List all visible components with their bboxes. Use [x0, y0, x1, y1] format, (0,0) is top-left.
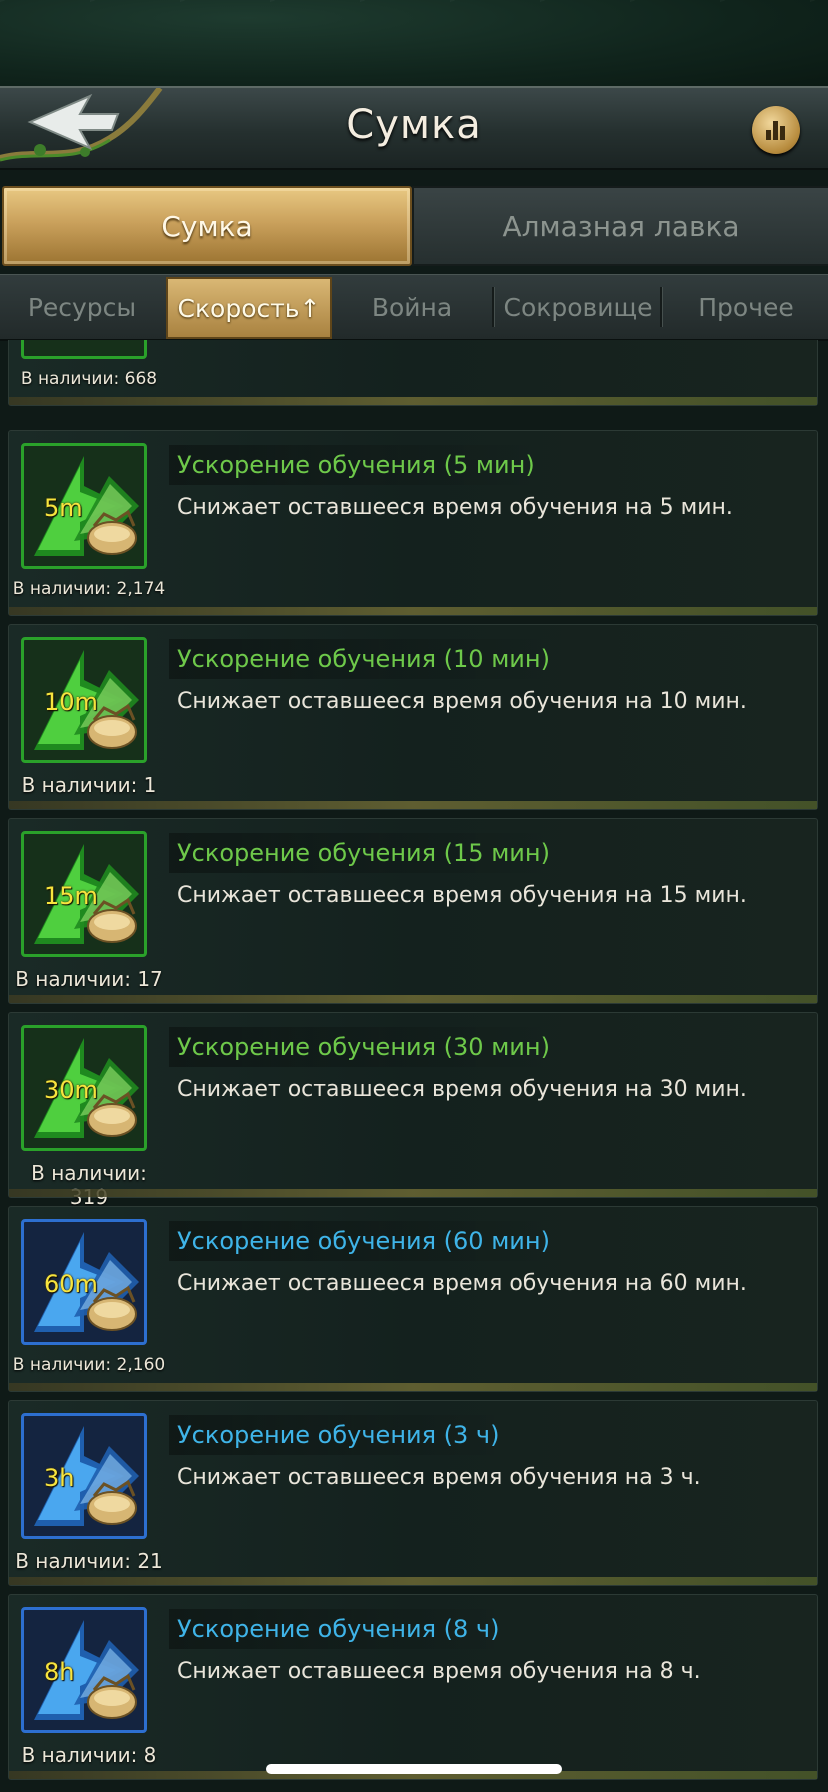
item-name: Ускорение обучения (8 ч): [169, 1609, 510, 1649]
item-description: Снижает оставшееся время обучения на 10 …: [177, 689, 747, 714]
speedup-duration-label: 30m: [44, 1076, 98, 1104]
bar-chart-icon: [766, 121, 785, 140]
list-item[interactable]: В наличии: 668: [8, 340, 818, 406]
list-item[interactable]: 30m В наличии: 319 Ускорение обучения (30 …: [8, 1012, 818, 1209]
item-name: Ускорение обучения (10 мин): [169, 639, 560, 679]
stats-button[interactable]: [752, 106, 800, 154]
speedup-icon: 60m: [21, 1219, 147, 1345]
item-quantity: В наличии: 668: [20, 369, 158, 389]
list-item[interactable]: 10m В наличии: 1 Ускорение обучения (10 ми…: [8, 624, 818, 810]
item-description: Снижает оставшееся время обучения на 60 …: [177, 1271, 747, 1296]
speedup-icon: 5m: [21, 443, 147, 569]
item-quantity: В наличии: 8: [21, 1743, 157, 1767]
speedup-duration-label: 15m: [44, 882, 98, 910]
header-bar: Сумка: [0, 86, 828, 170]
list-item[interactable]: 8h В наличии: 8 Ускорение обучения (8 ч) Сн…: [8, 1594, 818, 1780]
speedup-duration-label: 5m: [44, 494, 83, 522]
item-name: Ускорение обучения (60 мин): [169, 1221, 560, 1261]
list-item[interactable]: 15m В наличии: 17 Ускорение обучения (15 м…: [8, 818, 818, 1004]
item-name: Ускорение обучения (15 мин): [169, 833, 560, 873]
subtab-other[interactable]: Прочее: [664, 275, 828, 339]
speedup-icon: 15m: [21, 831, 147, 957]
speedup-duration-label: 60m: [44, 1270, 98, 1298]
speedup-icon: 10m: [21, 637, 147, 763]
divider: [660, 287, 663, 327]
item-description: Снижает оставшееся время обучения на 8 ч…: [177, 1659, 701, 1684]
item-description: Снижает оставшееся время обучения на 15 …: [177, 883, 747, 908]
item-description: Снижает оставшееся время обучения на 30 …: [177, 1077, 747, 1102]
item-quantity: В наличии: 17: [15, 967, 163, 991]
list-item[interactable]: 60m В наличии: 2,160 Ускорение обучения (6…: [8, 1206, 818, 1392]
speedup-icon: 30m: [21, 1025, 147, 1151]
list-item[interactable]: 3h В наличии: 21 Ускорение обучения (3 ч) С…: [8, 1400, 818, 1586]
subtab-war[interactable]: Война: [332, 275, 492, 339]
tab-diamond-shop[interactable]: Алмазная лавка: [412, 186, 828, 266]
tab-bag[interactable]: Сумка: [2, 186, 412, 266]
item-description: Снижает оставшееся время обучения на 3 ч…: [177, 1465, 701, 1490]
item-description: Снижает оставшееся время обучения на 5 м…: [177, 495, 733, 520]
item-name: Ускорение обучения (30 мин): [169, 1027, 560, 1067]
home-indicator: [266, 1764, 562, 1774]
speedup-duration-label: 8h: [44, 1658, 75, 1686]
subtab-resources[interactable]: Ресурсы: [0, 275, 164, 339]
item-icon-frame: [21, 340, 147, 359]
item-name: Ускорение обучения (5 мин): [169, 445, 545, 485]
divider: [492, 287, 495, 327]
list-item[interactable]: 5m В наличии: 2,174 Ускорение обучения (5 …: [8, 430, 818, 616]
top-background: [0, 0, 828, 90]
item-name: Ускорение обучения (3 ч): [169, 1415, 510, 1455]
item-quantity: В наличии: 2,160: [12, 1355, 166, 1375]
item-quantity: В наличии: 2,174: [12, 579, 166, 599]
main-tabs: Сумка Алмазная лавка: [0, 186, 828, 266]
item-quantity: В наличии: 1: [21, 773, 157, 797]
subtab-speedups[interactable]: Скорость↑: [166, 277, 332, 339]
category-tabs: Ресурсы Скорость↑ Война Сокровище Прочее: [0, 274, 828, 341]
page-title: Сумка: [346, 102, 482, 148]
speedup-duration-label: 10m: [44, 688, 98, 716]
subtab-treasure[interactable]: Сокровище: [496, 275, 660, 339]
speedup-icon: 8h: [21, 1607, 147, 1733]
speedup-duration-label: 3h: [44, 1464, 75, 1492]
item-quantity: В наличии: 319: [31, 1161, 147, 1209]
speedup-icon: 3h: [21, 1413, 147, 1539]
item-quantity: В наличии: 21: [15, 1549, 163, 1573]
item-list[interactable]: В наличии: 668 5m В наличии: 2,174 Ускорен…: [0, 340, 828, 1792]
